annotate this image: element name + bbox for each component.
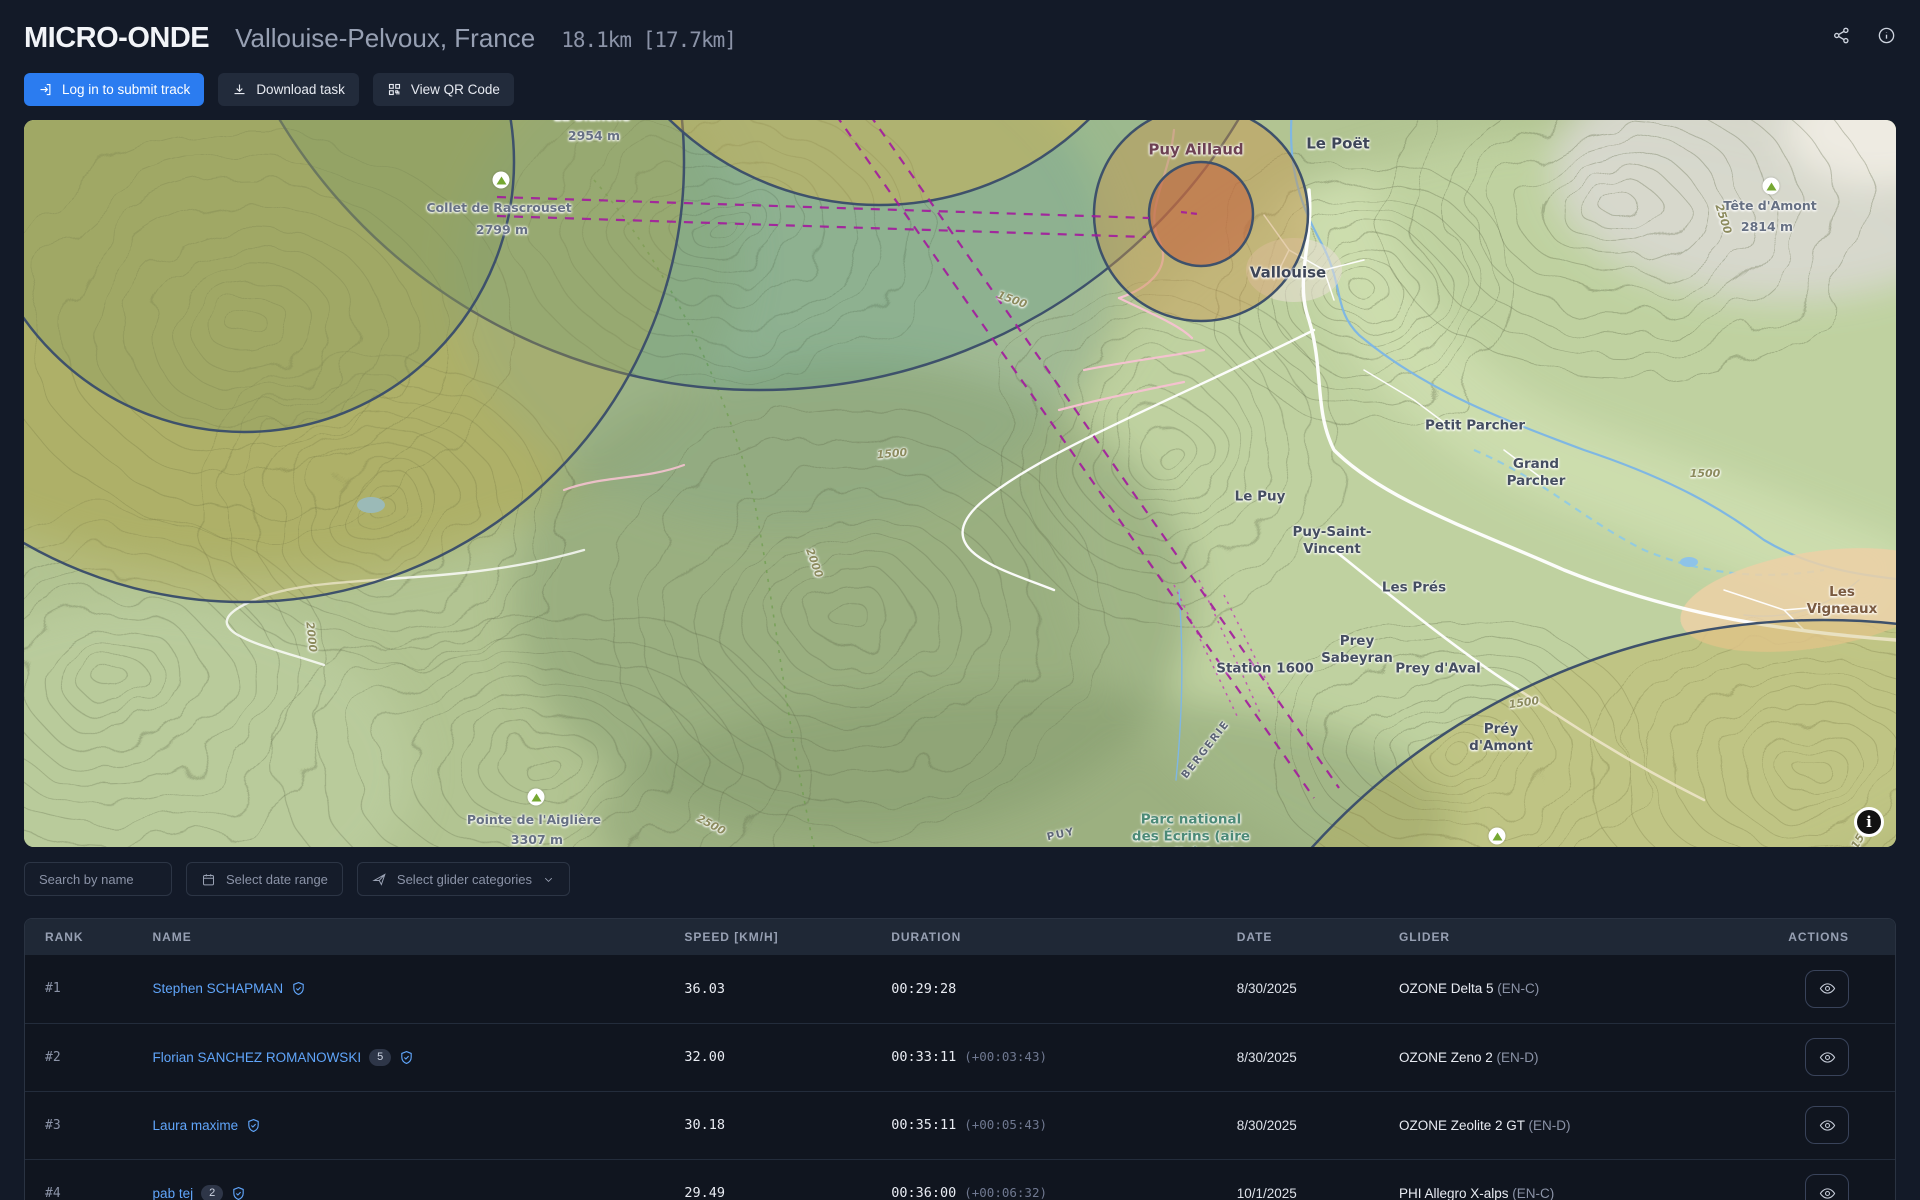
track-count-badge: 2	[201, 1185, 223, 1200]
view-qr-button[interactable]: View QR Code	[373, 73, 514, 106]
col-name: NAME	[145, 919, 677, 955]
results-header: RANK NAME SPEED [KM/H] DURATION DATE GLI…	[25, 919, 1895, 955]
speed-cell: 29.49	[676, 1159, 883, 1200]
pilot-link[interactable]: Florian SANCHEZ ROMANOWSKI	[153, 1050, 362, 1065]
name-cell: Florian SANCHEZ ROMANOWSKI 5	[145, 1023, 677, 1091]
date-cell: 8/30/2025	[1229, 955, 1391, 1023]
rank-cell: #1	[25, 955, 145, 1023]
result-row: #2 Florian SANCHEZ ROMANOWSKI 5 32.0000:33…	[25, 1023, 1895, 1091]
glider-category: (EN-D)	[1497, 1050, 1539, 1065]
verified-icon	[291, 981, 306, 996]
login-submit-track-button[interactable]: Log in to submit track	[24, 73, 204, 106]
task-location: Vallouise-Pelvoux, France	[235, 23, 535, 54]
speed-cell: 30.18	[676, 1091, 883, 1159]
login-icon	[38, 82, 53, 97]
view-track-button[interactable]	[1805, 970, 1849, 1008]
actions-cell	[1780, 1159, 1895, 1200]
glider-cell: OZONE Zeolite 2 GT (EN-D)	[1391, 1091, 1780, 1159]
view-track-button[interactable]	[1805, 1038, 1849, 1076]
rank-cell: #3	[25, 1091, 145, 1159]
filter-bar: Select date range Select glider categori…	[0, 847, 1920, 896]
map-canvas	[24, 120, 1896, 847]
col-rank: RANK	[25, 919, 145, 955]
pilot-link[interactable]: Stephen SCHAPMAN	[153, 981, 284, 996]
share-icon[interactable]	[1832, 26, 1851, 45]
view-track-button[interactable]	[1805, 1174, 1849, 1200]
col-actions: ACTIONS	[1780, 919, 1895, 955]
time-gap: (+00:06:32)	[964, 1185, 1047, 1200]
glider-cell: OZONE Zeno 2 (EN-D)	[1391, 1023, 1780, 1091]
time-gap: (+00:05:43)	[964, 1117, 1047, 1132]
search-input[interactable]	[24, 862, 172, 896]
speed-cell: 36.03	[676, 955, 883, 1023]
col-glider: GLIDER	[1391, 919, 1780, 955]
date-cell: 8/30/2025	[1229, 1023, 1391, 1091]
col-date: DATE	[1229, 919, 1391, 955]
qr-code-icon	[387, 82, 402, 97]
download-task-button[interactable]: Download task	[218, 73, 359, 106]
glider-category: (EN-C)	[1512, 1186, 1554, 1200]
calendar-icon	[201, 872, 216, 887]
date-cell: 8/30/2025	[1229, 1091, 1391, 1159]
date-range-button[interactable]: Select date range	[186, 862, 343, 896]
glider-category: (EN-C)	[1497, 981, 1539, 996]
duration-cell: 00:33:11(+00:03:43)	[883, 1023, 1229, 1091]
date-cell: 10/1/2025	[1229, 1159, 1391, 1200]
rank-cell: #4	[25, 1159, 145, 1200]
glider-category: (EN-D)	[1529, 1118, 1571, 1133]
duration-cell: 00:36:00(+00:06:32)	[883, 1159, 1229, 1200]
result-row: #4 pab tej 2 29.4900:36:00(+00:06:32)10/1/…	[25, 1159, 1895, 1200]
glider-cell: OZONE Delta 5 (EN-C)	[1391, 955, 1780, 1023]
speed-cell: 32.00	[676, 1023, 883, 1091]
duration-cell: 00:29:28	[883, 955, 1229, 1023]
time-gap: (+00:03:43)	[964, 1049, 1047, 1064]
duration-cell: 00:35:11(+00:05:43)	[883, 1091, 1229, 1159]
actions-cell	[1780, 1091, 1895, 1159]
glider-icon	[372, 872, 387, 887]
task-distance: 18.1km [17.7km]	[561, 28, 736, 52]
pond	[1680, 557, 1698, 567]
task-title: MICRO-ONDE	[24, 22, 209, 55]
map-attribution-button[interactable]: i	[1854, 807, 1884, 837]
name-cell: pab tej 2	[145, 1159, 677, 1200]
download-icon	[232, 82, 247, 97]
col-speed: SPEED [KM/H]	[676, 919, 883, 955]
name-cell: Stephen SCHAPMAN	[145, 955, 677, 1023]
result-row: #3 Laura maxime 30.1800:35:11(+00:05:43)8…	[25, 1091, 1895, 1159]
info-icon[interactable]	[1877, 26, 1896, 45]
col-duration: DURATION	[883, 919, 1229, 955]
pilot-link[interactable]: Laura maxime	[153, 1118, 239, 1133]
name-cell: Laura maxime	[145, 1091, 677, 1159]
task-map[interactable]: La Blanche2954 mCollet de Rascrouset2799…	[24, 120, 1896, 847]
rank-cell: #2	[25, 1023, 145, 1091]
glider-cell: PHI Allegro X-alps (EN-C)	[1391, 1159, 1780, 1200]
verified-icon	[231, 1186, 246, 1200]
track-count-badge: 5	[369, 1049, 391, 1066]
verified-icon	[399, 1050, 414, 1065]
actions-cell	[1780, 1023, 1895, 1091]
results-table: RANK NAME SPEED [KM/H] DURATION DATE GLI…	[24, 918, 1896, 1200]
glider-categories-select[interactable]: Select glider categories	[357, 862, 570, 896]
attribution-info-icon: i	[1857, 810, 1881, 834]
actions-cell	[1780, 955, 1895, 1023]
results-body: #1 Stephen SCHAPMAN 36.0300:29:288/30/202…	[25, 955, 1895, 1200]
pilot-link[interactable]: pab tej	[153, 1186, 194, 1200]
chevron-down-icon	[542, 873, 555, 886]
result-row: #1 Stephen SCHAPMAN 36.0300:29:288/30/202…	[25, 955, 1895, 1023]
view-track-button[interactable]	[1805, 1106, 1849, 1144]
toolbar: Log in to submit track Download task Vie…	[0, 55, 1920, 106]
cylinder-puy-aillaud-inner	[1149, 162, 1253, 266]
verified-icon	[246, 1118, 261, 1133]
header: MICRO-ONDE Vallouise-Pelvoux, France 18.…	[0, 0, 1920, 55]
